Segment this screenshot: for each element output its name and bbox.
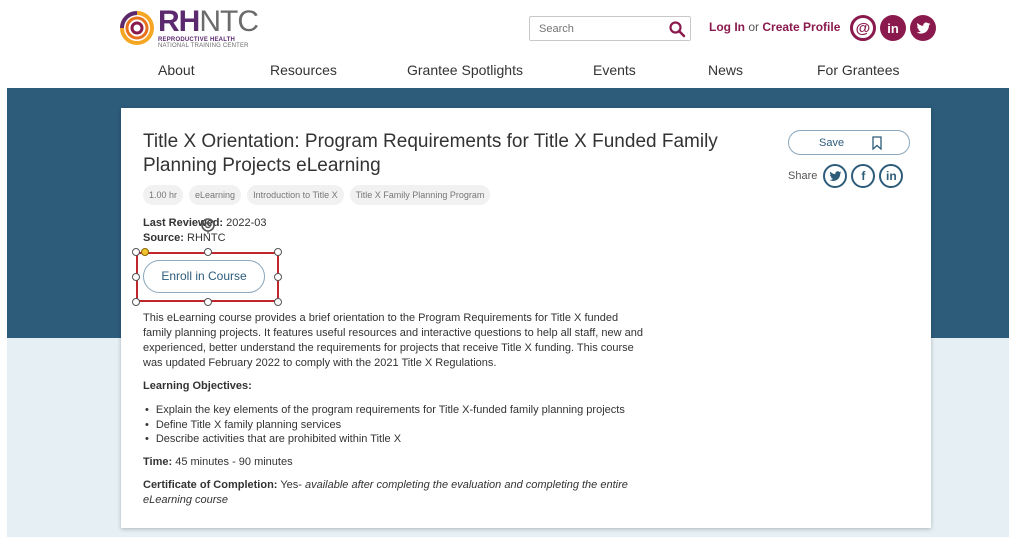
login-link[interactable]: Log In: [709, 20, 745, 34]
nav-events[interactable]: Events: [593, 62, 636, 78]
share-bar: Share f in: [788, 164, 904, 188]
nav-grantee-spotlights[interactable]: Grantee Spotlights: [407, 62, 523, 78]
cert-value: Yes-: [280, 479, 302, 491]
objective-item: Define Title X family planning services: [145, 418, 625, 433]
source-label: Source:: [143, 232, 184, 244]
course-card: Title X Orientation: Program Requirement…: [121, 108, 931, 528]
linkedin-icon[interactable]: in: [880, 15, 906, 41]
objective-item: Describe activities that are prohibited …: [145, 432, 625, 447]
nav-for-grantees[interactable]: For Grantees: [817, 62, 899, 78]
header-social: @ in: [850, 15, 936, 41]
objectives-heading: Learning Objectives:: [143, 380, 252, 392]
tag-program[interactable]: Title X Family Planning Program: [349, 185, 491, 205]
objective-item: Explain the key elements of the program …: [145, 403, 625, 418]
cert-label: Certificate of Completion:: [143, 479, 278, 491]
rhntc-logo[interactable]: RHNTC REPRODUCTIVE HEALTH NATIONAL TRAIN…: [120, 5, 259, 49]
twitter-bird-icon: [916, 21, 930, 34]
bookmark-icon: [872, 136, 882, 150]
time-label: Time:: [143, 456, 173, 468]
selection-handle-n[interactable]: [204, 248, 212, 256]
course-description: This eLearning course provides a brief o…: [143, 312, 643, 369]
selection-handle-adjust[interactable]: [141, 248, 149, 256]
tag-format[interactable]: eLearning: [189, 185, 242, 205]
selection-handle-w[interactable]: [132, 273, 140, 281]
tag-topic[interactable]: Introduction to Title X: [247, 185, 344, 205]
share-label: Share: [788, 170, 818, 182]
logo-ntc: NTC: [199, 5, 259, 38]
selection-handle-sw[interactable]: [132, 298, 140, 306]
selection-handle-e[interactable]: [274, 273, 282, 281]
search-icon[interactable]: [668, 20, 686, 38]
logo-swirl-icon: [120, 11, 154, 45]
course-tags: 1.00 hr eLearning Introduction to Title …: [143, 185, 491, 205]
logo-rh: RH: [158, 5, 200, 38]
nav-resources[interactable]: Resources: [270, 62, 337, 78]
create-profile-link[interactable]: Create Profile: [762, 20, 840, 34]
twitter-icon[interactable]: [910, 15, 936, 41]
nav-news[interactable]: News: [708, 62, 743, 78]
share-twitter-icon[interactable]: [823, 164, 848, 188]
last-reviewed-value: 2022-03: [226, 217, 267, 229]
save-label: Save: [819, 137, 845, 149]
course-title: Title X Orientation: Program Requirement…: [143, 131, 718, 176]
search-box[interactable]: [529, 16, 691, 41]
save-button[interactable]: Save: [788, 130, 910, 155]
course-time: Time: 45 minutes - 90 minutes: [143, 456, 293, 468]
main-nav: About Resources Grantee Spotlights Event…: [0, 62, 1009, 82]
auth-or: or: [748, 20, 760, 34]
certificate-info: Certificate of Completion: Yes- availabl…: [143, 478, 643, 508]
auth-links: Log In or Create Profile: [709, 20, 840, 34]
share-facebook-icon[interactable]: f: [851, 164, 876, 188]
at-icon[interactable]: @: [850, 15, 876, 41]
selection-handle-se[interactable]: [274, 298, 282, 306]
selection-handle-nw[interactable]: [132, 248, 140, 256]
search-input[interactable]: [530, 17, 660, 40]
time-value: 45 minutes - 90 minutes: [175, 456, 293, 468]
logo-subtitle-2: NATIONAL TRAINING CENTER: [158, 43, 249, 49]
selection-handle-ne[interactable]: [274, 248, 282, 256]
share-linkedin-icon[interactable]: in: [879, 164, 904, 188]
twitter-bird-icon: [829, 170, 842, 181]
enroll-button[interactable]: Enroll in Course: [143, 260, 265, 293]
tag-duration[interactable]: 1.00 hr: [143, 185, 184, 205]
rotate-handle-icon[interactable]: [199, 216, 217, 234]
objectives-list: Explain the key elements of the program …: [145, 403, 625, 447]
nav-about[interactable]: About: [158, 62, 195, 78]
selection-handle-s[interactable]: [204, 298, 212, 306]
